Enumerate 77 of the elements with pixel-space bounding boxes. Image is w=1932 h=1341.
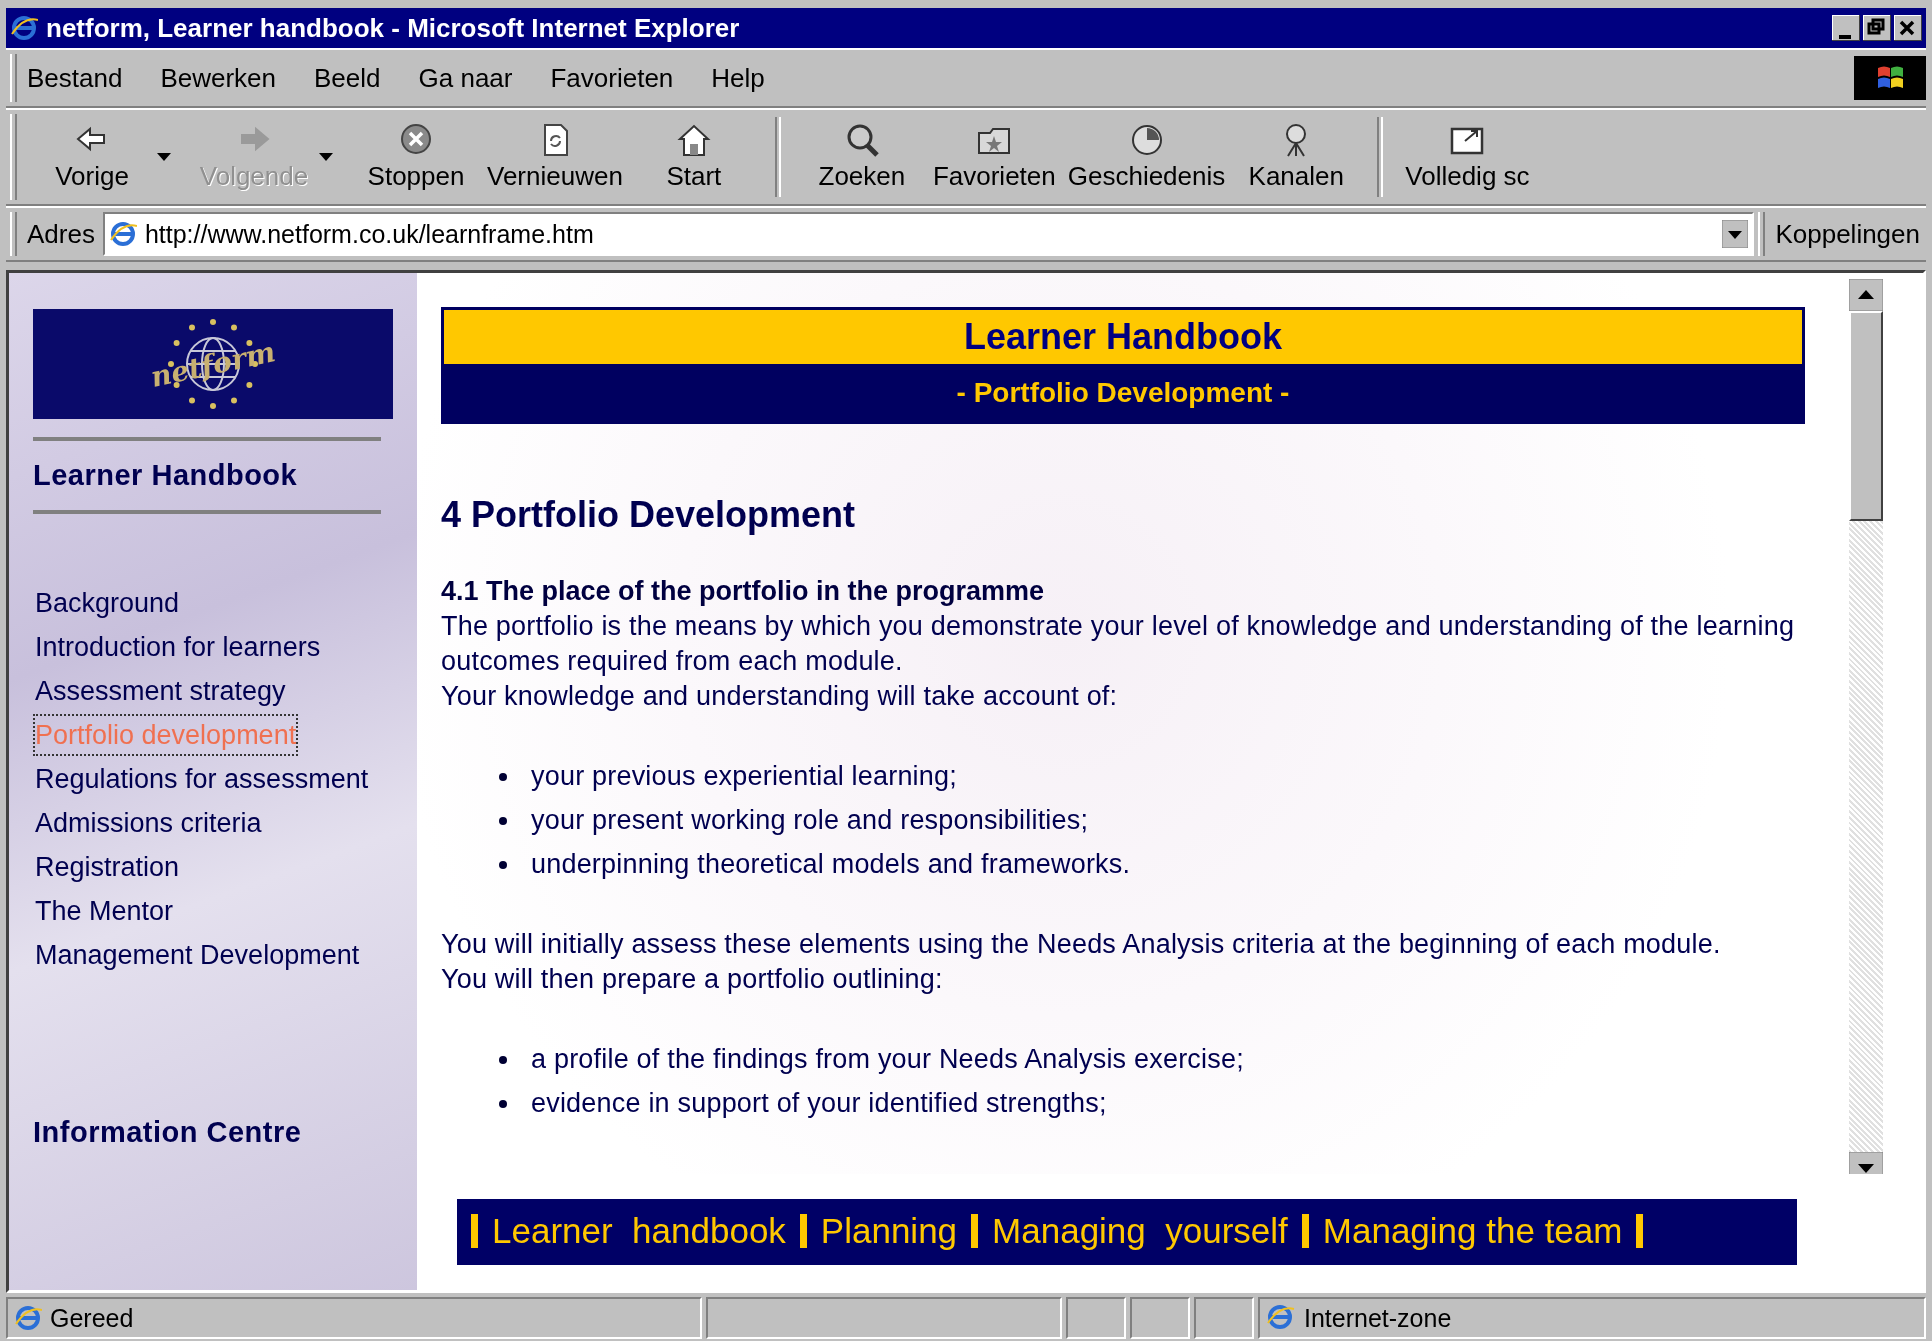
list-item: a profile of the findings from your Needs Analysis exercise; <box>531 1043 1244 1076</box>
section-heading: 4.1 The place of the portfolio in the programme <box>441 575 1046 608</box>
bullet-icon <box>499 1055 507 1064</box>
nav-link[interactable]: Managing yourself <box>992 1211 1288 1251</box>
zone-text: Internet-zone <box>1304 1303 1452 1333</box>
toolbar-button[interactable]: Start <box>628 120 759 194</box>
close-button[interactable] <box>1894 15 1922 41</box>
status-pane <box>1194 1297 1254 1339</box>
bullet-icon <box>499 772 507 781</box>
minimize-button[interactable] <box>1832 15 1860 41</box>
sidebar-link[interactable]: Admissions criteria <box>33 802 264 844</box>
toolbar-grip[interactable] <box>10 212 17 256</box>
bullet-icon <box>499 816 507 825</box>
bullet-icon <box>499 1099 507 1108</box>
toolbar-button[interactable]: Geschiedenis <box>1061 120 1232 194</box>
divider-mark <box>1636 1214 1644 1248</box>
sidebar-link[interactable]: Assessment strategy <box>33 670 288 712</box>
windows-logo-icon <box>1854 56 1926 100</box>
menu-item[interactable]: Bestand <box>27 62 123 94</box>
divider-mark <box>471 1214 478 1248</box>
article-heading: 4 Portfolio Development <box>441 494 857 536</box>
banner-subtitle: - Portfolio Development - <box>444 367 1802 421</box>
menu-item[interactable]: Ga naar <box>418 62 513 94</box>
list-item: evidence in support of your identified strengths; <box>531 1087 1107 1120</box>
list-item: underpinning theoretical models and frameworks. <box>531 848 1131 881</box>
sidebar-link[interactable]: Regulations for assessment <box>33 758 371 800</box>
banner-title: Learner Handbook <box>444 310 1802 367</box>
menu-item[interactable]: Bewerken <box>160 62 277 94</box>
status-pane <box>1130 1297 1190 1339</box>
paragraph: The portfolio is the means by which you demonstrate your level of knowledge and understanding of the learning outcomes required from each module. <box>441 610 1796 678</box>
sidebar-link[interactable]: Introduction for learners <box>33 626 323 668</box>
status-text: Gereed <box>50 1303 134 1333</box>
toolbar-grip[interactable] <box>1758 212 1766 256</box>
maximize-button[interactable] <box>1863 15 1891 41</box>
sidebar-link[interactable]: Management Development <box>33 934 362 976</box>
nav-link[interactable]: Planning <box>820 1211 958 1251</box>
status-pane <box>1066 1297 1126 1339</box>
toolbar-grip[interactable] <box>10 114 17 200</box>
list-item: your present working role and responsibilities; <box>531 804 1089 837</box>
dropdown-arrow-icon[interactable] <box>157 153 171 161</box>
menu-item[interactable]: Beeld <box>314 62 381 94</box>
nav-link[interactable]: Managing the team <box>1322 1211 1623 1251</box>
nav-link[interactable]: Learner handbook <box>492 1211 786 1251</box>
paragraph: You will then prepare a portfolio outlining: <box>441 963 944 996</box>
bullet-icon <box>499 860 507 869</box>
toolbar-button[interactable]: Vernieuwen <box>481 120 629 194</box>
address-field[interactable]: http://www.netform.co.uk/learnframe.htm <box>102 212 1755 256</box>
toolbar-button[interactable]: Vorige <box>27 120 157 194</box>
menu-item[interactable]: Help <box>711 62 765 94</box>
window-title: netform, Learner handbook - Microsoft Internet Explorer <box>46 12 740 44</box>
dropdown-button[interactable] <box>1722 220 1749 248</box>
paragraph: Your knowledge and understanding will take account of: <box>441 680 1119 713</box>
toolbar-button[interactable]: Kanalen <box>1231 120 1362 194</box>
sidebar-link[interactable]: The Mentor <box>33 890 176 932</box>
links-button[interactable]: Koppelingen <box>1775 218 1926 250</box>
sidebar-heading: Learner Handbook <box>33 459 299 492</box>
toolbar-button[interactable]: Favorieten <box>926 120 1062 194</box>
toolbar-grip[interactable] <box>10 54 17 102</box>
divider-mark <box>971 1214 979 1248</box>
divider-mark <box>1301 1214 1309 1248</box>
divider-mark <box>799 1214 807 1248</box>
list-item: your previous experiential learning; <box>531 760 957 793</box>
address-label: Adres <box>27 218 95 250</box>
scroll-up-button[interactable] <box>1849 279 1883 311</box>
paragraph: You will initially assess these elements using the Needs Analysis criteria at the beginning of each module. <box>441 928 1722 961</box>
sidebar-link[interactable]: Background <box>33 582 182 624</box>
vertical-scrollbar[interactable] <box>1849 279 1883 1174</box>
toolbar-button[interactable]: Volledig sc <box>1399 120 1536 194</box>
home-icon <box>675 122 712 157</box>
netform-logo: netform <box>33 309 393 419</box>
sidebar-link[interactable]: Registration <box>33 846 182 888</box>
menu-item[interactable]: Favorieten <box>550 62 674 94</box>
toolbar-button[interactable]: Zoeken <box>796 120 927 194</box>
toolbar-button[interactable]: Stoppen <box>351 120 481 194</box>
browser-icon <box>10 14 38 42</box>
stop-icon <box>398 122 434 157</box>
sidebar-heading: Information Centre <box>33 1116 303 1149</box>
